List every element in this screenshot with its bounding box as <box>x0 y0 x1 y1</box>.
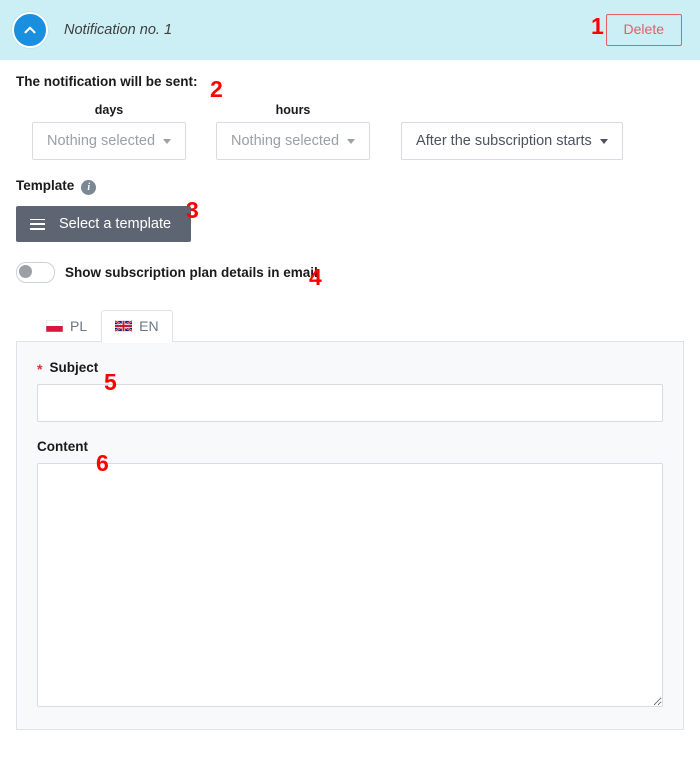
days-dropdown[interactable]: Nothing selected <box>32 122 187 160</box>
tab-en[interactable]: EN <box>101 310 173 343</box>
list-menu-icon <box>30 218 45 230</box>
select-template-button[interactable]: Select a template <box>16 206 192 242</box>
schedule-selects-row: days Nothing selected hours Nothing sele… <box>16 103 684 160</box>
days-select-group: days Nothing selected <box>32 103 187 160</box>
translation-panel: * Subject Content <box>16 341 684 730</box>
subject-label-row: * Subject <box>37 360 663 377</box>
template-section: Template i Select a template <box>16 178 684 242</box>
notification-header: Notification no. 1 Delete <box>0 0 700 60</box>
show-plan-details-row: Show subscription plan details in email <box>16 262 684 283</box>
chevron-down-icon <box>163 138 172 144</box>
hours-dropdown[interactable]: Nothing selected <box>216 122 371 160</box>
tab-en-label: EN <box>139 318 159 334</box>
notification-sent-label: The notification will be sent: <box>16 74 198 89</box>
content-textarea[interactable] <box>37 463 663 707</box>
days-caption: days <box>94 103 124 117</box>
info-circle-icon[interactable]: i <box>81 180 97 195</box>
flag-uk-icon <box>115 320 133 332</box>
hours-dropdown-value: Nothing selected <box>231 133 340 149</box>
template-label: Template <box>16 178 75 193</box>
show-plan-details-label: Show subscription plan details in email <box>65 265 318 280</box>
trigger-dropdown-value: After the subscription starts <box>416 133 592 149</box>
flag-poland-icon <box>46 320 63 332</box>
trigger-select-group: After the subscription starts <box>401 122 623 160</box>
page-title: Notification no. 1 <box>64 22 173 38</box>
tab-pl-label: PL <box>70 318 88 334</box>
chevron-down-icon <box>347 138 356 144</box>
content-label: Content <box>37 439 88 454</box>
show-plan-details-toggle[interactable] <box>16 262 55 283</box>
subject-input[interactable] <box>37 384 663 422</box>
chevron-up-icon[interactable] <box>12 12 48 48</box>
toggle-knob <box>19 265 32 278</box>
trigger-dropdown[interactable]: After the subscription starts <box>401 122 623 160</box>
notification-form: The notification will be sent: days Noth… <box>0 60 700 343</box>
template-label-row: Template i <box>16 178 684 197</box>
select-template-button-label: Select a template <box>59 216 172 232</box>
tab-pl[interactable]: PL <box>32 310 101 343</box>
language-tabs: PL EN <box>16 309 684 343</box>
chevron-down-icon <box>599 138 608 144</box>
subject-label: Subject <box>49 360 99 375</box>
delete-button[interactable]: Delete <box>605 14 682 46</box>
days-dropdown-value: Nothing selected <box>47 133 156 149</box>
hours-select-group: hours Nothing selected <box>216 103 371 160</box>
content-label-row: Content <box>37 439 663 454</box>
required-marker: * <box>37 361 43 377</box>
hours-caption: hours <box>275 103 311 117</box>
